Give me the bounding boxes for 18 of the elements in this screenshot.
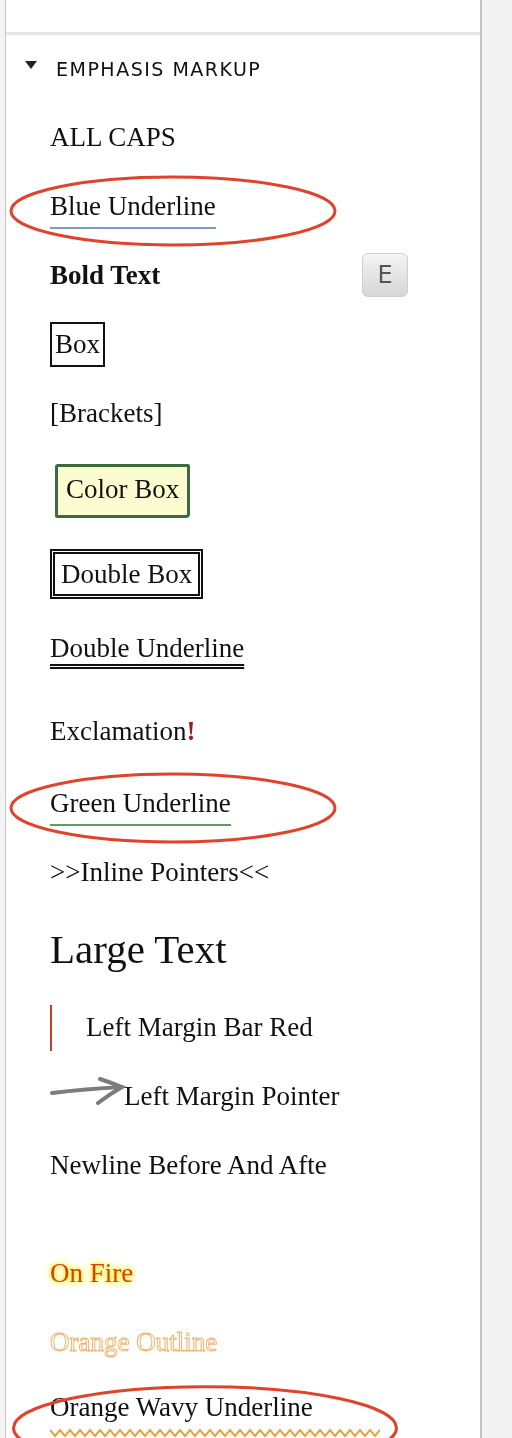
style-option[interactable]: [Brackets] xyxy=(50,397,163,430)
style-option[interactable]: Exclamation! xyxy=(50,714,196,748)
style-option[interactable]: Color Box xyxy=(55,463,191,519)
style-option[interactable]: Box xyxy=(50,322,105,367)
style-option[interactable]: >>Inline Pointers<< xyxy=(50,856,270,889)
style-option[interactable]: Double Box xyxy=(50,548,204,600)
section-title: EMPHASIS MARKUP xyxy=(56,58,262,80)
style-option[interactable]: On Fire xyxy=(50,1257,134,1290)
style-option[interactable]: Left Margin Bar Red xyxy=(86,1011,313,1044)
style-option[interactable]: Double Underline xyxy=(50,632,245,665)
style-option[interactable]: Newline Before And Afte xyxy=(50,1148,327,1182)
style-option[interactable]: Bold Text xyxy=(50,259,161,292)
disclosure-triangle-icon[interactable] xyxy=(24,60,38,70)
style-option[interactable]: ALL CAPS xyxy=(50,121,176,154)
style-option[interactable]: Left Margin Pointer xyxy=(124,1080,340,1113)
style-option[interactable]: Large Text xyxy=(50,925,227,975)
arrow-icon xyxy=(50,1075,126,1106)
shortcut-key: E xyxy=(362,253,408,297)
